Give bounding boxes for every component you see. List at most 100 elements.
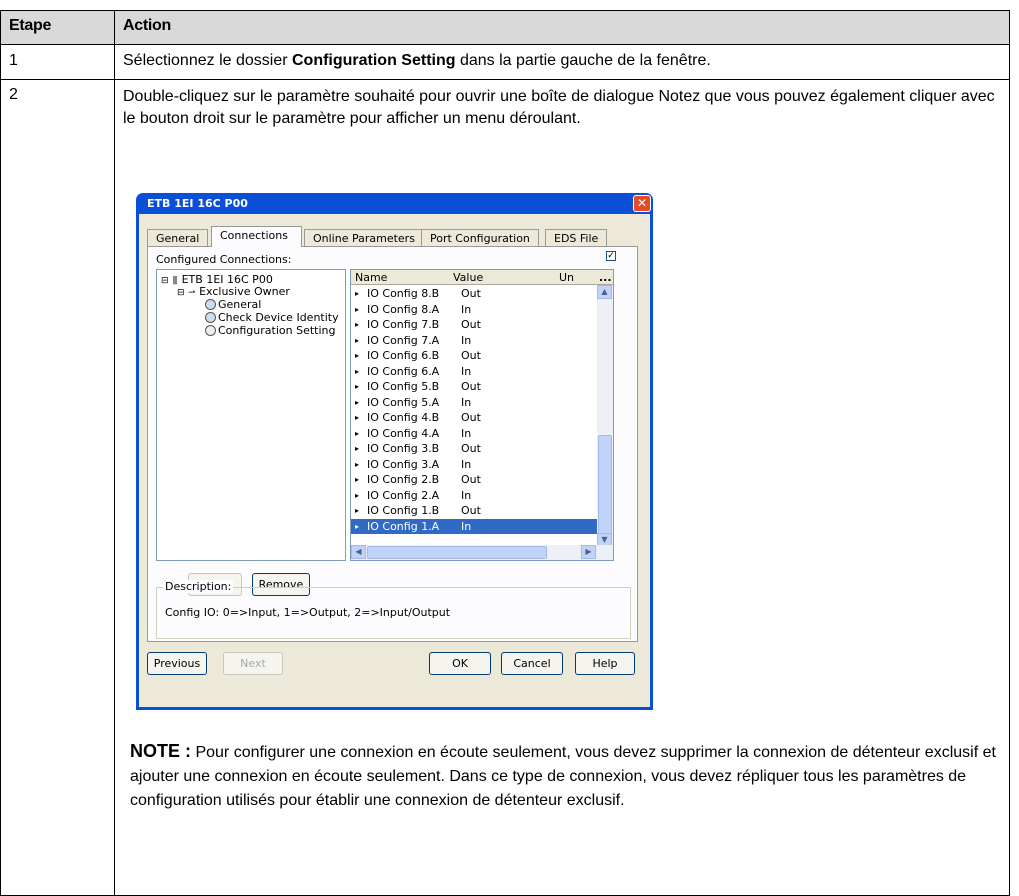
row-name: IO Config 3.B xyxy=(367,442,440,455)
arrow-icon: ▸ xyxy=(355,335,360,345)
scroll-left-icon[interactable]: ◀ xyxy=(351,545,366,559)
collapse-icon[interactable]: ⊟ xyxy=(161,276,169,286)
scroll-thumb[interactable] xyxy=(367,546,547,559)
row-name: IO Config 7.A xyxy=(367,333,440,347)
arrow-icon: ▸ xyxy=(355,459,360,469)
row-name: IO Config 6.B xyxy=(367,349,440,362)
row-value: Out xyxy=(461,504,481,517)
parameter-grid[interactable]: Name Value Un ... ▸ IO Config 8.B Out ▸ IO C… xyxy=(350,269,614,561)
table-row[interactable]: ▸ IO Config 4.A In xyxy=(351,426,599,441)
table-row[interactable]: ▸ IO Config 6.B Out xyxy=(351,348,599,363)
scroll-thumb[interactable] xyxy=(598,435,612,543)
column-unit[interactable]: Un xyxy=(559,271,574,284)
tab-online-parameters[interactable]: Online Parameters xyxy=(304,229,424,247)
table-row[interactable]: ▸ IO Config 8.B Out xyxy=(351,286,599,301)
row-name: IO Config 4.A xyxy=(367,426,440,440)
row-value: Out xyxy=(461,349,481,362)
row-name: IO Config 8.A xyxy=(367,302,440,316)
row-name: IO Config 1.B xyxy=(367,504,440,517)
header-action: Action xyxy=(114,10,1010,45)
connection-icon: ⇀ xyxy=(188,288,196,298)
scroll-up-icon[interactable]: ▲ xyxy=(597,285,612,299)
row-value: In xyxy=(461,302,472,316)
tree-item-check-device-identity[interactable]: Check Device Identity xyxy=(205,311,339,324)
table-row[interactable]: ▸ IO Config 6.A In xyxy=(351,364,599,379)
collapse-icon[interactable]: ⊟ xyxy=(177,288,185,298)
cancel-button[interactable]: Cancel xyxy=(501,652,563,675)
step-text-part: dans la partie gauche de la fenêtre. xyxy=(455,52,711,69)
description-label: Description: xyxy=(163,580,234,593)
step-text-part: Sélectionnez le dossier xyxy=(123,52,292,69)
tree-owner-label: Exclusive Owner xyxy=(199,285,290,298)
table-row[interactable]: ▸ IO Config 7.A In xyxy=(351,333,599,348)
ok-button[interactable]: OK xyxy=(429,652,491,675)
arrow-icon: ▸ xyxy=(355,475,360,484)
row-value: In xyxy=(461,426,472,440)
horizontal-scrollbar[interactable]: ◀ ▶ xyxy=(351,545,613,560)
row-value: In xyxy=(461,333,472,347)
more-button[interactable]: ... xyxy=(599,271,612,284)
table-row[interactable]: ▸ IO Config 3.B Out xyxy=(351,441,599,456)
tab-port-configuration[interactable]: Port Configuration xyxy=(421,229,539,247)
table-row[interactable]: ▸ IO Config 5.A In xyxy=(351,395,599,410)
table-row[interactable]: ▸ IO Config 5.B Out xyxy=(351,379,599,394)
table-row[interactable]: ▸ IO Config 3.A In xyxy=(351,457,599,472)
table-row[interactable]: ▸ IO Config 4.B Out xyxy=(351,410,599,425)
node-icon xyxy=(205,312,216,323)
row-name: IO Config 3.A xyxy=(367,457,440,471)
row-name: IO Config 2.A xyxy=(367,488,440,502)
row-name: IO Config 8.B xyxy=(367,287,440,300)
tab-general[interactable]: General xyxy=(147,229,209,247)
row-name: IO Config 1.A xyxy=(367,519,440,533)
description-box: Description: Config IO: 0=>Input, 1=>Out… xyxy=(156,580,631,639)
row-value: Out xyxy=(461,411,481,424)
dialog-window: ETB 1EI 16C P00 ✕ General Connections On… xyxy=(136,193,653,710)
tree-item-label: Check Device Identity xyxy=(218,311,339,324)
note-paragraph: NOTE : Pour configurer une connexion en … xyxy=(130,739,1000,813)
tree-owner[interactable]: ⊟ ⇀ Exclusive Owner xyxy=(177,285,290,298)
node-icon xyxy=(205,299,216,310)
step-text-bold: Configuration Setting xyxy=(291,52,456,69)
next-button[interactable]: Next xyxy=(223,652,283,675)
tab-eds-file[interactable]: EDS File xyxy=(545,229,608,247)
arrow-icon: ▸ xyxy=(355,320,360,329)
dialog-client: General Connections Online Parameters Po… xyxy=(139,214,650,707)
arrow-icon: ▸ xyxy=(355,521,360,531)
header-etape: Etape xyxy=(0,10,115,45)
row-name: IO Config 5.A xyxy=(367,395,440,409)
tab-connections[interactable]: Connections xyxy=(211,226,302,247)
arrow-icon: ▸ xyxy=(355,397,360,407)
previous-button[interactable]: Previous xyxy=(147,652,207,675)
table-row[interactable]: ▸ IO Config 8.A In xyxy=(351,302,599,317)
row-value: In xyxy=(461,395,472,409)
help-button[interactable]: Help xyxy=(575,652,635,675)
arrow-icon: ▸ xyxy=(355,506,360,515)
arrow-icon: ▸ xyxy=(355,366,360,376)
table-row[interactable]: ▸ IO Config 1.A In xyxy=(351,518,599,534)
connection-tree[interactable]: ⊟ ▮ ETB 1EI 16C P00 ⊟ ⇀ Exclusive Owner … xyxy=(156,269,346,561)
table-row[interactable]: ▸ IO Config 1.B Out xyxy=(351,503,599,518)
row-name: IO Config 2.B xyxy=(367,473,440,486)
arrow-icon: ▸ xyxy=(355,289,360,298)
checkbox[interactable]: ✓ xyxy=(606,251,616,261)
row-name: IO Config 5.B xyxy=(367,380,440,393)
vertical-scrollbar[interactable]: ▲ ▼ xyxy=(597,285,613,547)
table-row[interactable]: ▸ IO Config 2.B Out xyxy=(351,472,599,487)
row-value: Out xyxy=(461,473,481,486)
close-icon[interactable]: ✕ xyxy=(633,195,651,212)
row-value: In xyxy=(461,488,472,502)
row-value: Out xyxy=(461,287,481,300)
tree-item-general[interactable]: General xyxy=(205,298,261,311)
scroll-right-icon[interactable]: ▶ xyxy=(581,545,596,559)
grid-header: Name Value Un ... xyxy=(351,270,613,285)
arrow-icon: ▸ xyxy=(355,351,360,360)
note-label: NOTE : xyxy=(130,741,191,761)
table-row[interactable]: ▸ IO Config 2.A In xyxy=(351,488,599,503)
tree-item-label: Configuration Setting xyxy=(218,324,336,337)
column-name[interactable]: Name xyxy=(355,271,387,284)
table-row[interactable]: ▸ IO Config 7.B Out xyxy=(351,317,599,332)
column-value[interactable]: Value xyxy=(453,271,483,284)
step-number: 1 xyxy=(0,44,115,80)
connections-panel: Configured Connections: ✓ ⊟ ▮ ETB 1EI 16… xyxy=(147,246,638,642)
tree-item-configuration-setting[interactable]: Configuration Setting xyxy=(205,324,335,337)
